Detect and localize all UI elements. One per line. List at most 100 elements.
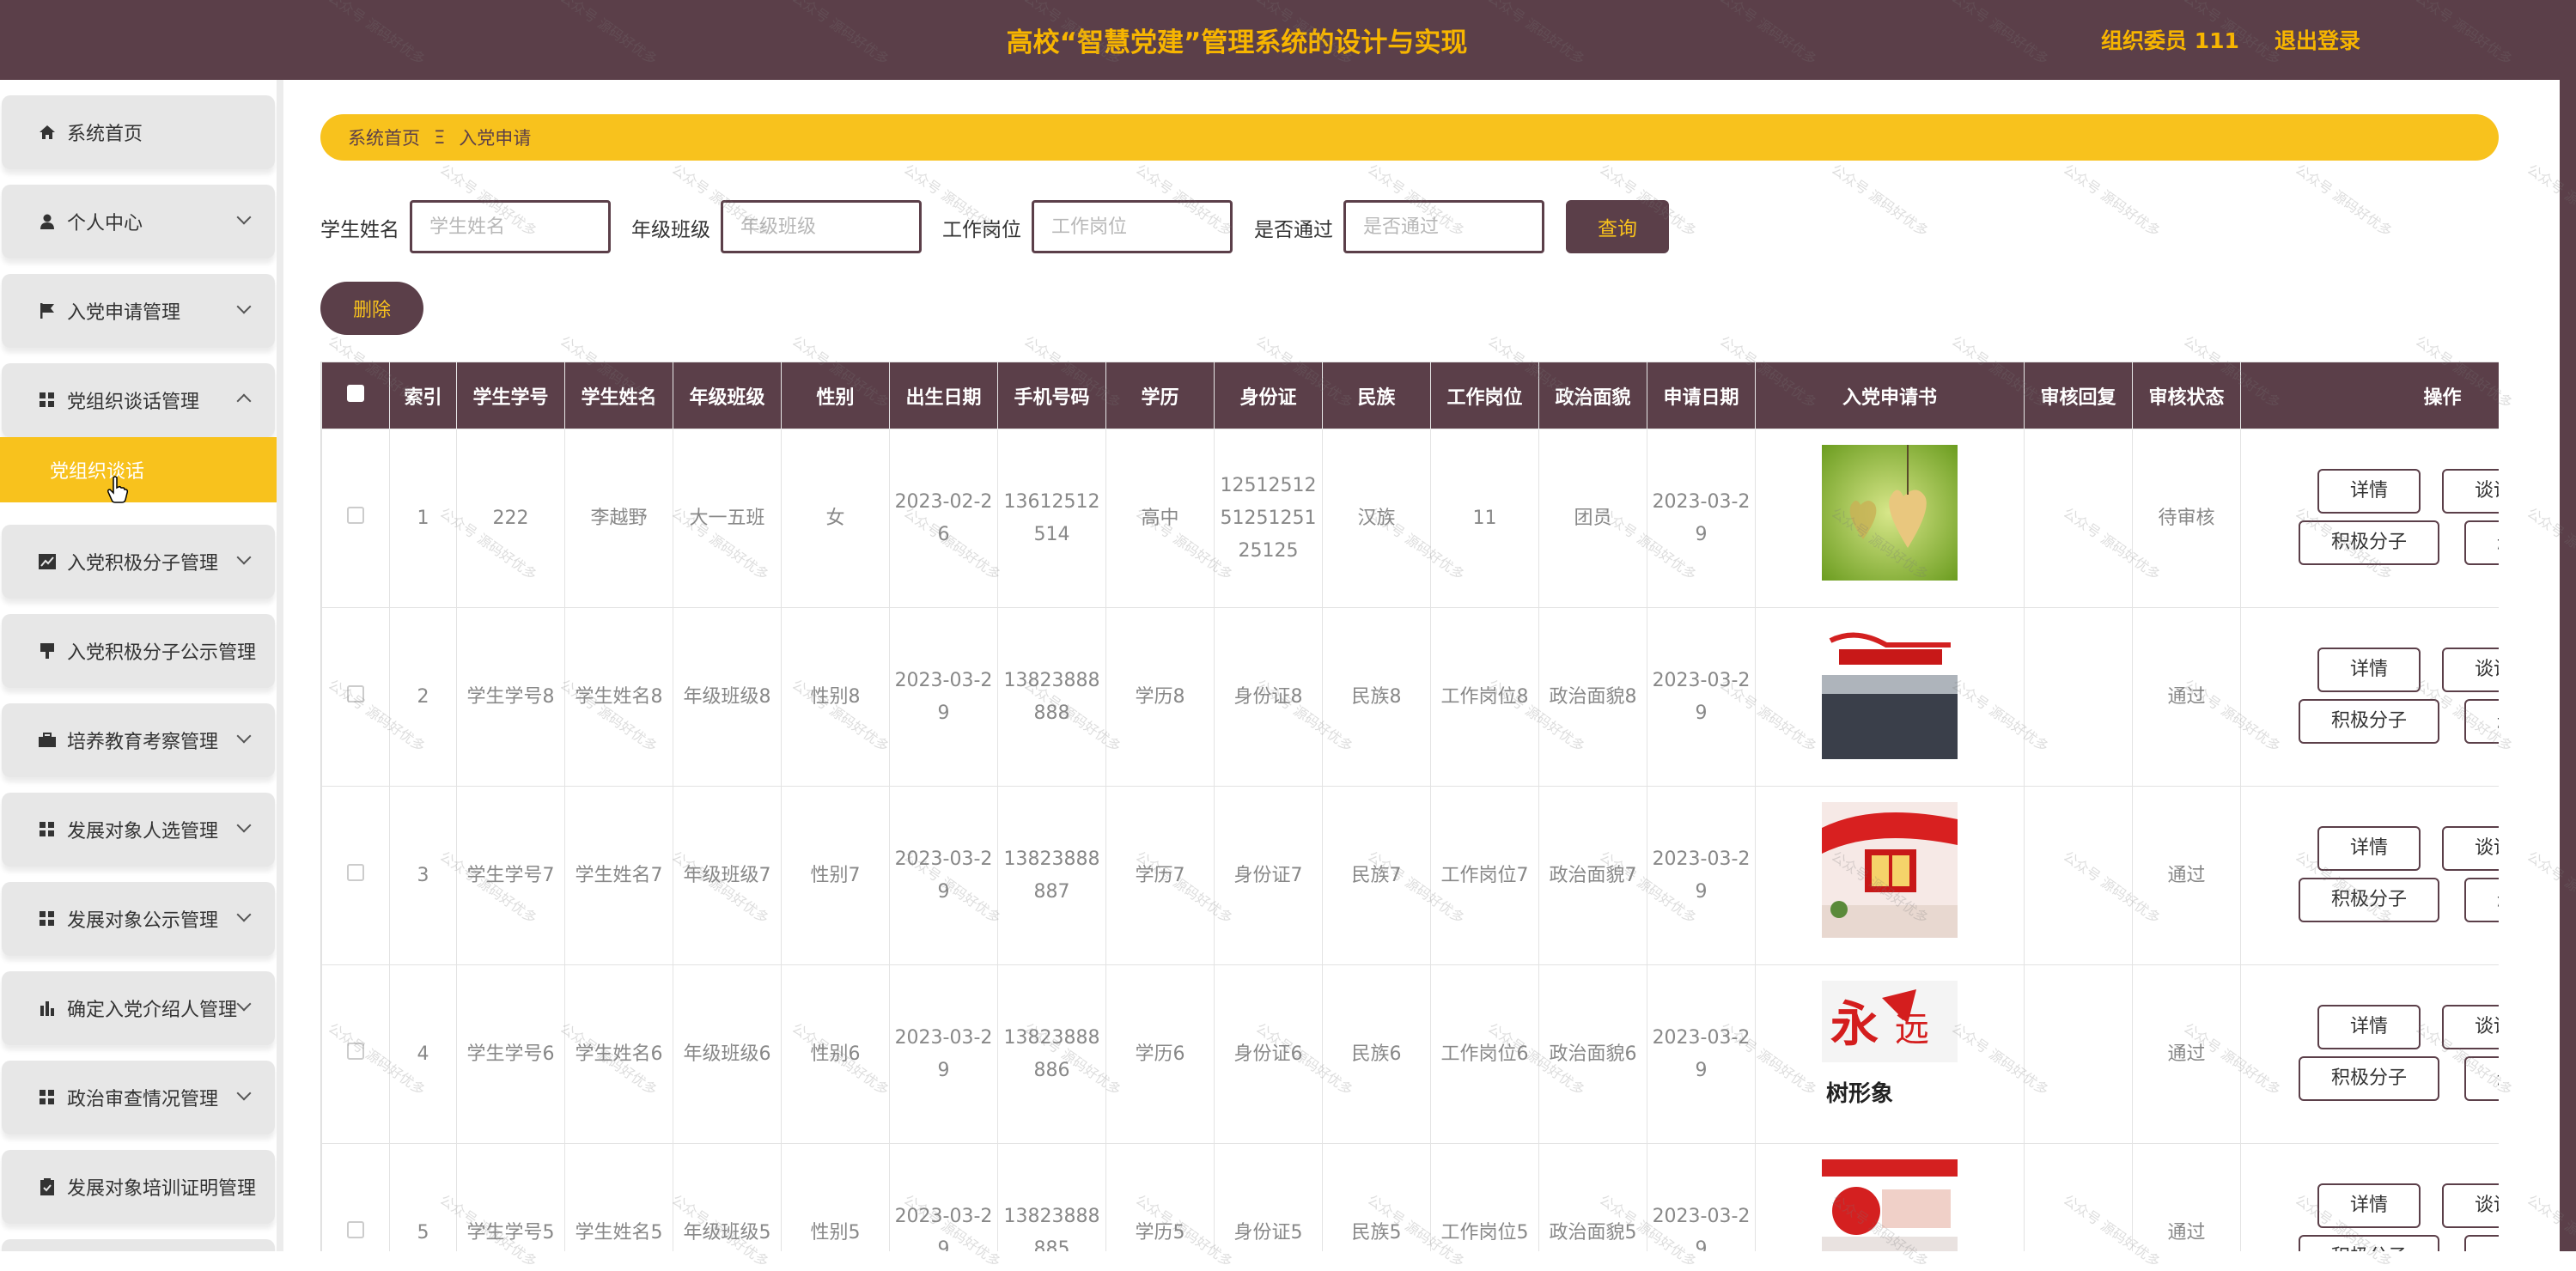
application-image[interactable] [1755, 1143, 2025, 1251]
submenu-item-talk[interactable]: 党组织谈话 [0, 437, 277, 502]
column-header[interactable]: 年级班级 [673, 362, 782, 429]
person-icon [34, 209, 60, 234]
sidebar-item-home[interactable]: 系统首页 [2, 95, 275, 169]
activist-button[interactable]: 积极分子 [2299, 878, 2439, 922]
column-header[interactable]: 学生学号 [456, 362, 565, 429]
application-image[interactable] [1755, 786, 2025, 965]
breadcrumb-home[interactable]: 系统首页 [348, 125, 420, 150]
grid-icon [34, 906, 60, 932]
talk-button[interactable]: 谈话 [2442, 648, 2499, 692]
cell-birth: 2023-03-29 [889, 607, 998, 787]
talk-button[interactable]: 谈话 [2442, 469, 2499, 514]
cell-student-no: 222 [456, 429, 565, 608]
cell-status: 待审核 [2132, 429, 2241, 608]
student-name-input[interactable] [410, 200, 611, 253]
cell-birth: 2023-03-29 [889, 1143, 998, 1251]
data-table: 索引 学生学号 学生姓名 年级班级 性别 出生日期 手机号码 学历 身份证 民族… [320, 362, 2499, 1251]
passed-input[interactable] [1343, 200, 1544, 253]
column-header[interactable]: 出生日期 [889, 362, 998, 429]
sidebar-item-personal[interactable]: 个人中心 [2, 185, 275, 258]
row-delete-button[interactable]: 删除 [2464, 878, 2499, 922]
right-scrollbar[interactable] [2560, 0, 2576, 1251]
row-delete-button[interactable]: 删除 [2464, 1056, 2499, 1101]
cell-apply-date: 2023-03-29 [1647, 964, 1756, 1144]
application-image[interactable] [1755, 429, 2025, 608]
detail-button[interactable]: 详情 [2317, 1005, 2421, 1049]
sidebar-item-training[interactable]: 培养教育考察管理 [2, 703, 275, 777]
table-row: 1 222 李越野 大一五班女 2023-02-26 13612512514 高中 12512… [321, 429, 2499, 608]
chevron-down-icon [236, 210, 252, 225]
cell-birth: 2023-03-29 [889, 964, 998, 1144]
cell-id-card: 1251251251251251 25125 [1214, 429, 1323, 608]
detail-button[interactable]: 详情 [2317, 648, 2421, 692]
cell-nation: 民族7 [1322, 786, 1431, 965]
column-header[interactable]: 审核回复 [2024, 362, 2133, 429]
column-header[interactable]: 学生姓名 [564, 362, 673, 429]
column-header[interactable]: 申请日期 [1647, 362, 1756, 429]
select-all-checkbox[interactable] [321, 362, 390, 429]
column-header[interactable]: 学历 [1105, 362, 1215, 429]
column-header[interactable]: 民族 [1322, 362, 1431, 429]
detail-button[interactable]: 详情 [2317, 1183, 2421, 1228]
column-header[interactable]: 性别 [781, 362, 890, 429]
post-input[interactable] [1032, 200, 1233, 253]
row-actions: 详情谈话积极分子删除 [2240, 964, 2499, 1144]
cell-index: 2 [389, 607, 457, 787]
cell-post: 工作岗位7 [1430, 786, 1539, 965]
detail-button[interactable]: 详情 [2317, 469, 2421, 514]
cell-id-card: 身份证6 [1214, 964, 1323, 1144]
sidebar-item-more[interactable] [2, 1239, 275, 1251]
row-checkbox[interactable] [321, 1143, 390, 1251]
activist-button[interactable]: 积极分子 [2299, 1235, 2439, 1251]
row-delete-button[interactable]: 删除 [2464, 520, 2499, 565]
sidebar-item-label: 入党积极分子管理 [67, 553, 219, 575]
row-delete-button[interactable]: 删除 [2464, 1235, 2499, 1251]
sidebar-item-candidates[interactable]: 发展对象人选管理 [2, 793, 275, 867]
column-header: 操作 [2240, 362, 2499, 429]
talk-button[interactable]: 谈话 [2442, 1005, 2499, 1049]
activist-button[interactable]: 积极分子 [2299, 520, 2439, 565]
user-name: 组织委员 111 [2101, 28, 2239, 53]
detail-button[interactable]: 详情 [2317, 826, 2421, 871]
column-header[interactable]: 入党申请书 [1755, 362, 2025, 429]
sidebar-item-activist-public[interactable]: 入党积极分子公示管理 [2, 614, 275, 688]
logout-button[interactable]: 退出登录 [2275, 24, 2360, 55]
chevron-down-icon [236, 299, 252, 314]
sidebar-item-activist[interactable]: 入党积极分子管理 [2, 525, 275, 599]
talk-button[interactable]: 谈话 [2442, 1183, 2499, 1228]
row-delete-button[interactable]: 删除 [2464, 699, 2499, 744]
cell-reply [2024, 429, 2133, 608]
cell-id-card: 身份证8 [1214, 607, 1323, 787]
query-button[interactable]: 查询 [1566, 200, 1669, 253]
column-header[interactable]: 手机号码 [997, 362, 1106, 429]
sidebar-item-introducer[interactable]: 确定入党介绍人管理 [2, 971, 275, 1045]
sidebar-item-training-cert[interactable]: 发展对象培训证明管理 [2, 1150, 275, 1224]
activist-button[interactable]: 积极分子 [2299, 1056, 2439, 1101]
row-checkbox[interactable] [321, 429, 390, 608]
row-checkbox[interactable] [321, 786, 390, 965]
sidebar-item-political-review[interactable]: 政治审查情况管理 [2, 1061, 275, 1134]
cell-status: 通过 [2132, 1143, 2241, 1251]
class-input[interactable] [721, 200, 922, 253]
table-header-row: 索引 学生学号 学生姓名 年级班级 性别 出生日期 手机号码 学历 身份证 民族… [321, 362, 2499, 429]
submenu-item-label: 党组织谈话 [50, 461, 145, 483]
row-checkbox[interactable] [321, 607, 390, 787]
application-image[interactable] [1755, 607, 2025, 787]
column-header[interactable]: 身份证 [1214, 362, 1323, 429]
column-header[interactable]: 审核状态 [2132, 362, 2241, 429]
sidebar-item-label: 政治审查情况管理 [67, 1089, 219, 1110]
row-checkbox[interactable] [321, 964, 390, 1144]
activist-button[interactable]: 积极分子 [2299, 699, 2439, 744]
cell-gender: 性别5 [781, 1143, 890, 1251]
delete-button[interactable]: 删除 [320, 282, 423, 335]
column-header[interactable]: 索引 [389, 362, 457, 429]
talk-button[interactable]: 谈话 [2442, 826, 2499, 871]
sidebar-item-application[interactable]: 入党申请管理 [2, 274, 275, 348]
sidebar-item-talk[interactable]: 党组织谈话管理 [2, 363, 275, 437]
column-header[interactable]: 工作岗位 [1430, 362, 1539, 429]
cell-id-card: 身份证5 [1214, 1143, 1323, 1251]
watermark-text: 公众号 源码好优多 [2292, 161, 2396, 240]
sidebar-item-candidates-public[interactable]: 发展对象公示管理 [2, 882, 275, 956]
application-image[interactable]: 永远树形象 [1755, 964, 2025, 1144]
column-header[interactable]: 政治面貌 [1538, 362, 1647, 429]
